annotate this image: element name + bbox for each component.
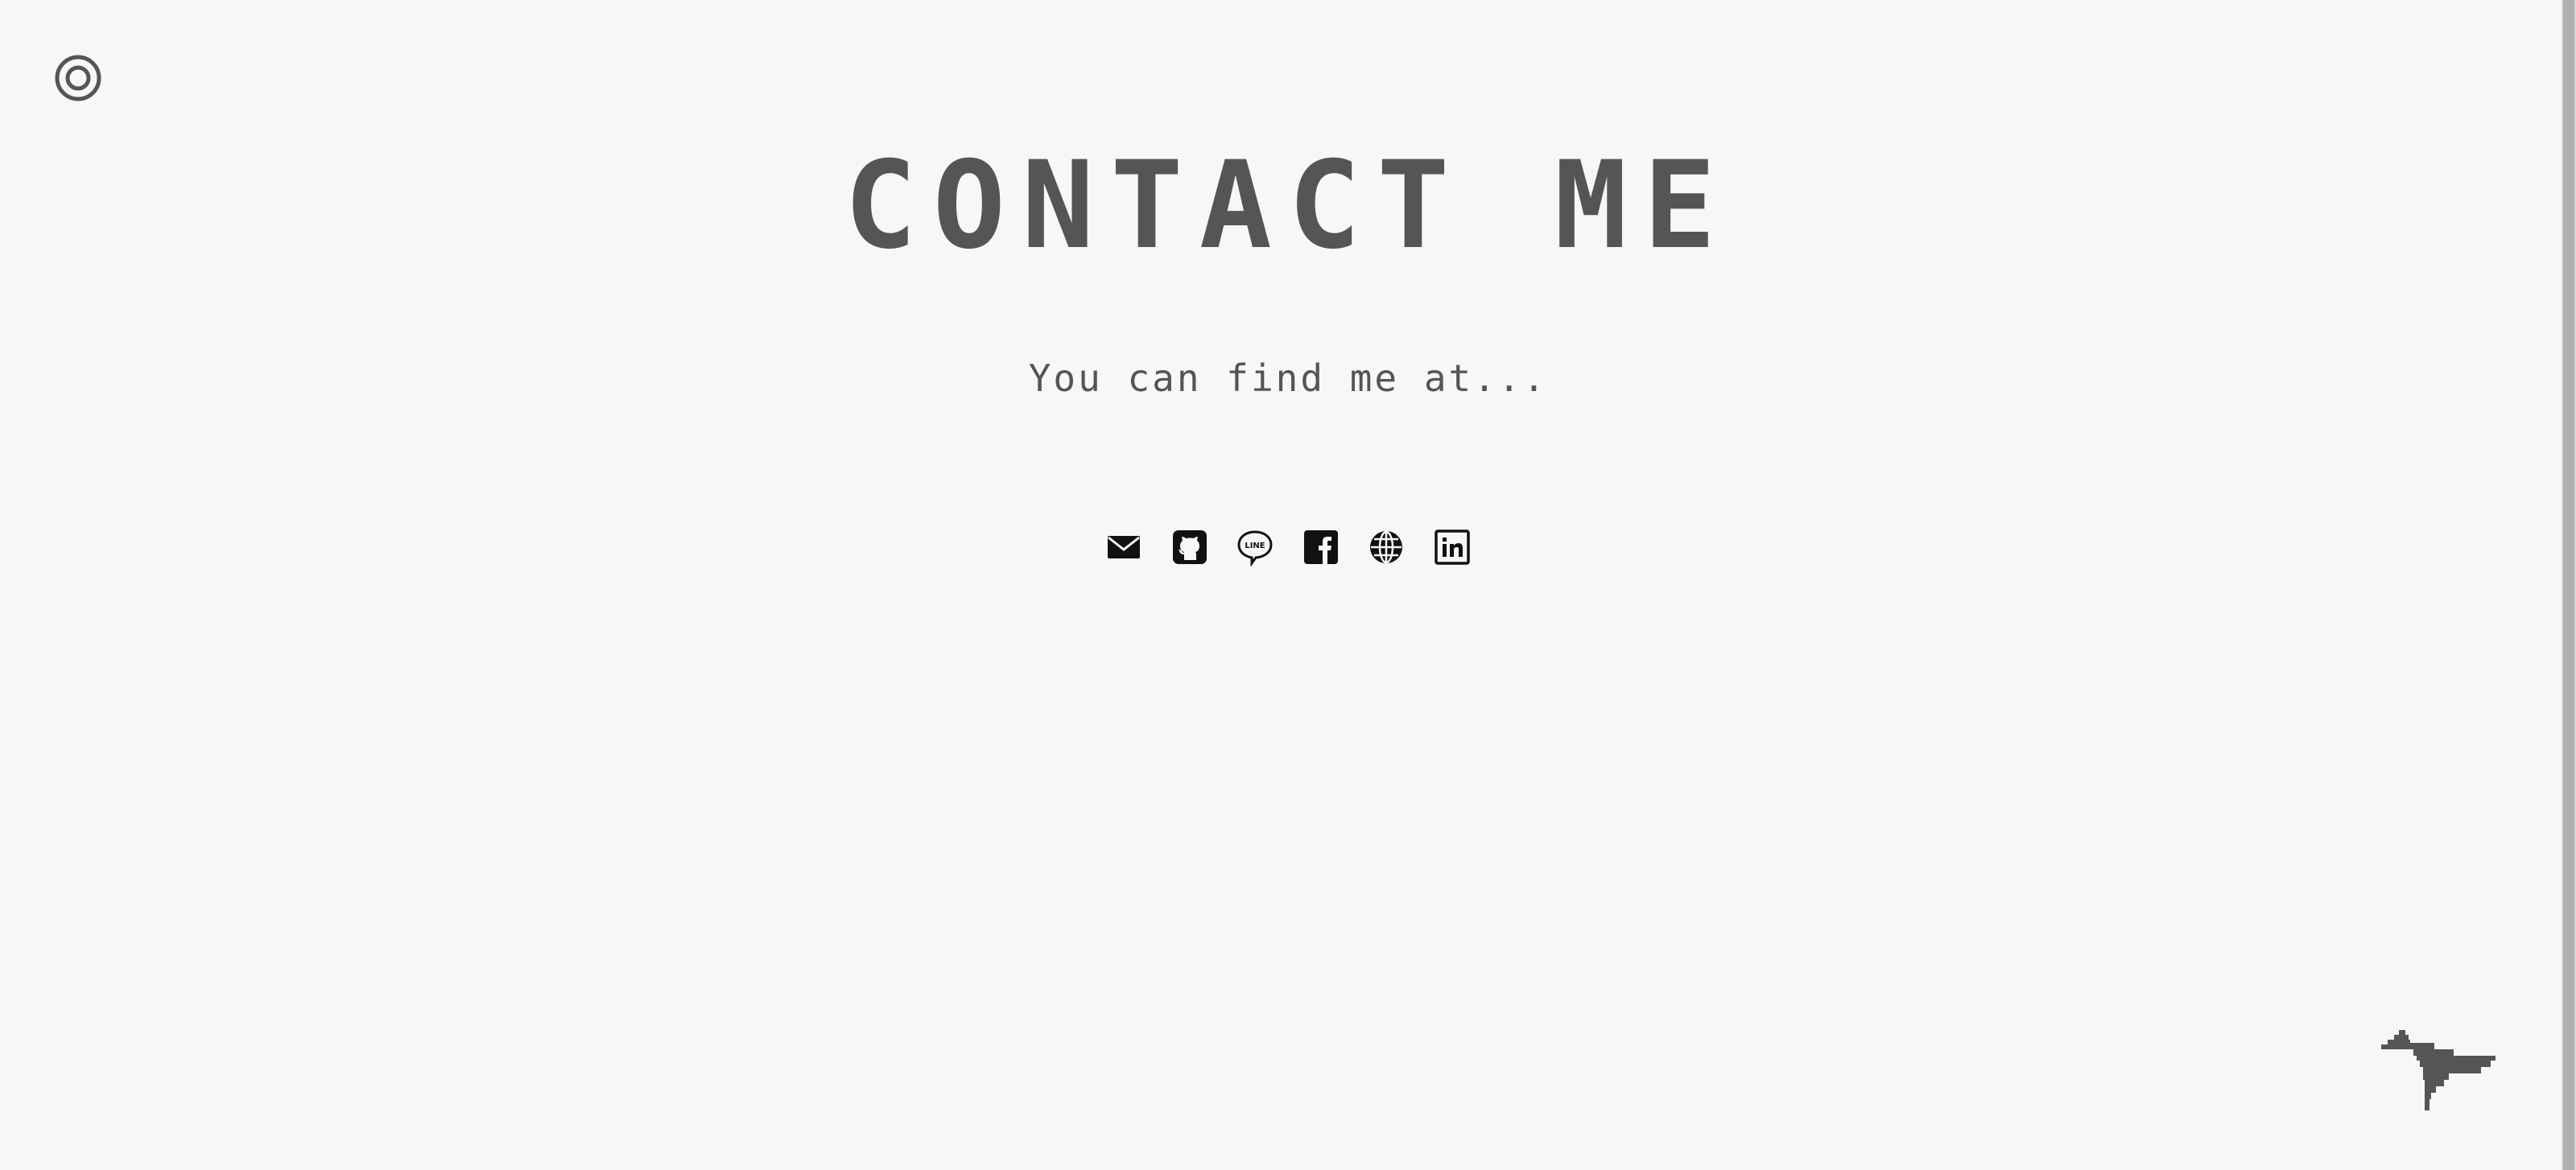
menu-toggle-button[interactable] [53, 53, 103, 103]
scrollbar-thumb[interactable] [2563, 0, 2574, 1170]
page-title: CONTACT ME [844, 136, 1732, 276]
github-link[interactable] [1170, 528, 1209, 566]
vertical-scrollbar[interactable] [2562, 0, 2576, 1170]
facebook-link[interactable] [1302, 528, 1340, 566]
social-links: LINE [1104, 528, 1472, 566]
line-icon: LINE [1237, 530, 1273, 566]
github-icon [1172, 530, 1207, 564]
mail-icon [1108, 536, 1140, 558]
facebook-icon [1303, 530, 1338, 564]
website-link[interactable] [1367, 528, 1406, 566]
line-icon-label: LINE [1245, 542, 1265, 550]
pixel-bird-icon [2381, 1028, 2496, 1112]
email-link[interactable] [1104, 528, 1143, 566]
page-subtitle: You can find me at... [1028, 356, 1548, 400]
linkedin-icon [1435, 529, 1470, 565]
contact-page: CONTACT ME You can find me at... LINE [0, 0, 2576, 1170]
globe-icon [1370, 530, 1403, 564]
linkedin-link[interactable] [1433, 528, 1472, 566]
line-link[interactable]: LINE [1236, 528, 1274, 566]
target-circle-icon [55, 55, 101, 101]
